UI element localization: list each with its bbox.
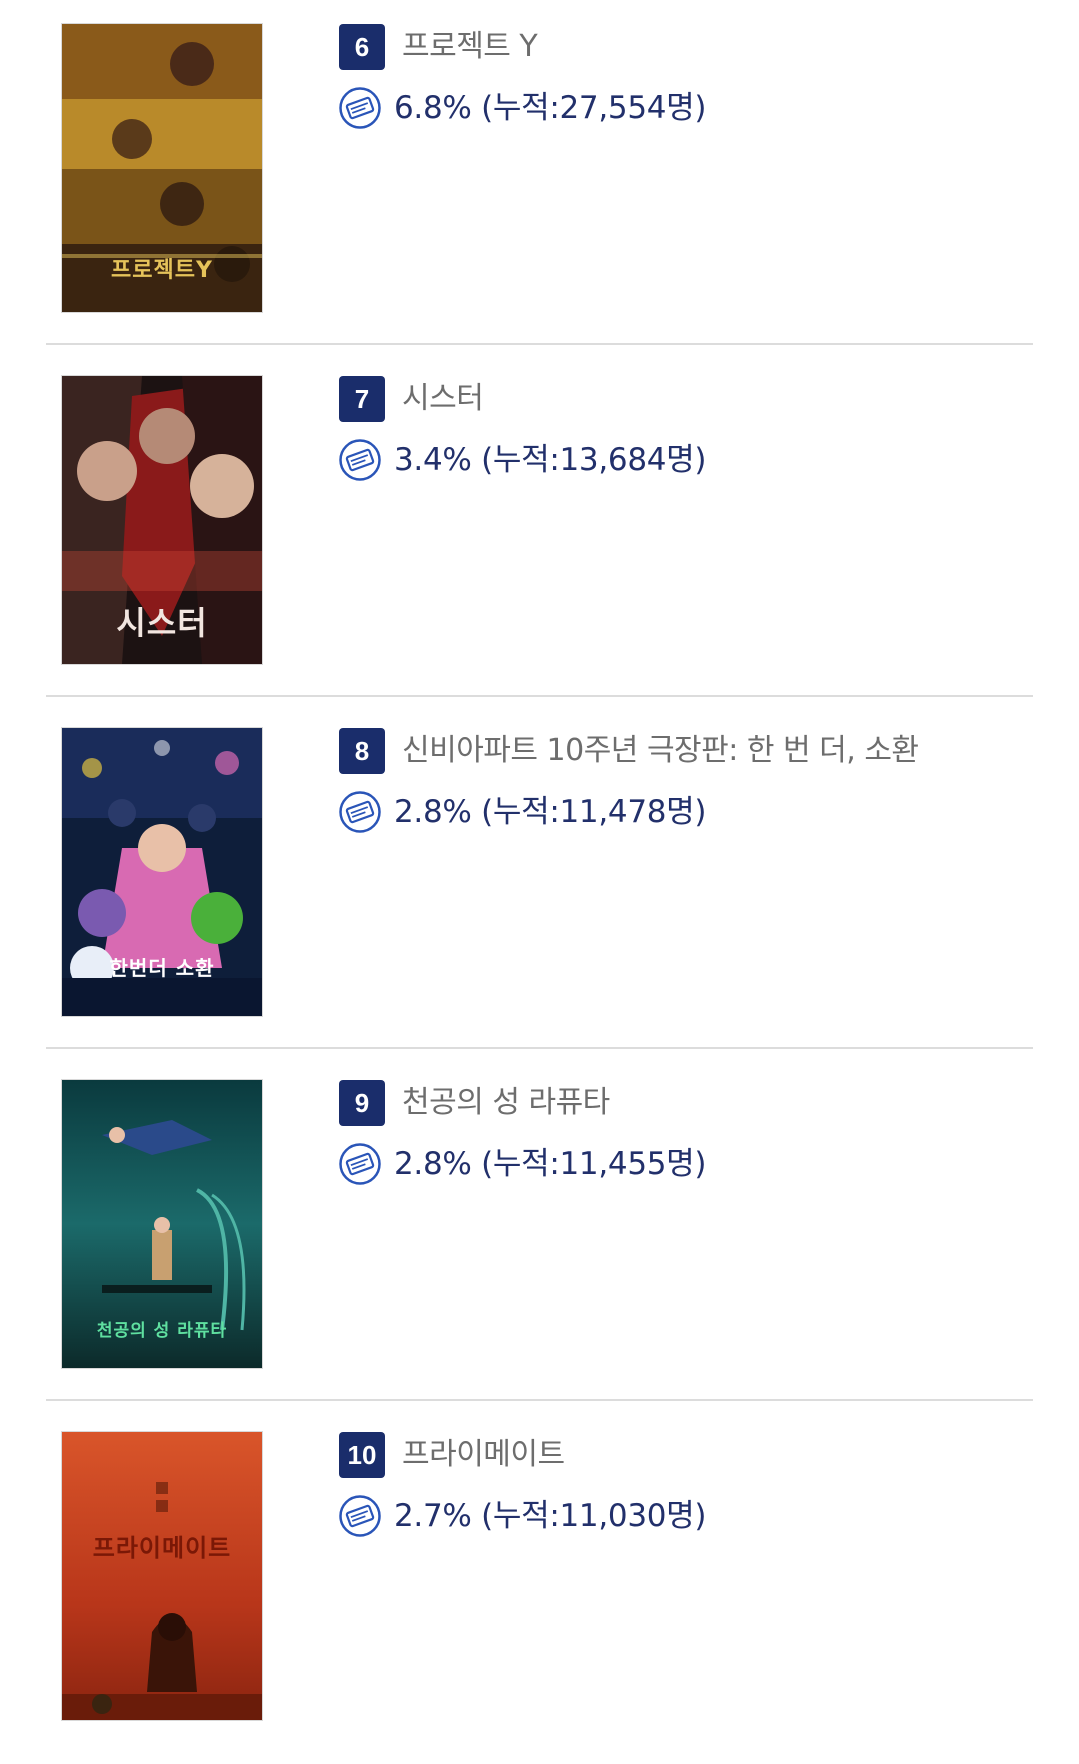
audience-share: 6.8%: [394, 90, 472, 126]
poster-title: 한번더 소환: [109, 956, 215, 980]
audience-cumulative: (누적:11,030명): [481, 1498, 707, 1534]
list-item[interactable]: 프라이메이트 10 프라이메이트 2.7% (누적:11,030명): [0, 1408, 1079, 1764]
rank-badge: 6: [339, 24, 385, 70]
movie-title[interactable]: 프라이메이트: [402, 1432, 565, 1478]
poster-image: [62, 1432, 262, 1720]
movie-poster[interactable]: 프로젝트Y: [62, 24, 262, 312]
ticket-icon: [338, 790, 382, 834]
movie-title[interactable]: 시스터: [402, 376, 484, 422]
audience-share: 2.7%: [394, 1498, 472, 1534]
ticket-icon: [338, 438, 382, 482]
list-item[interactable]: 프로젝트Y 6 프로젝트 Y 6.8% (누적:27,554명): [0, 0, 1079, 356]
audience-stat: 2.8% (누적:11,478명): [394, 790, 706, 834]
rank-badge: 8: [339, 728, 385, 774]
audience-cumulative: (누적:13,684명): [481, 442, 707, 478]
audience-stat: 3.4% (누적:13,684명): [394, 438, 706, 482]
divider: [46, 695, 1033, 697]
divider: [46, 343, 1033, 345]
audience-cumulative: (누적:11,478명): [481, 794, 707, 830]
divider: [46, 1047, 1033, 1049]
audience-stat: 2.8% (누적:11,455명): [394, 1142, 706, 1186]
rank-badge: 7: [339, 376, 385, 422]
audience-stat: 2.7% (누적:11,030명): [394, 1494, 706, 1538]
poster-title: 프로젝트Y: [111, 258, 213, 283]
audience-share: 2.8%: [394, 794, 472, 830]
ticket-icon: [338, 1494, 382, 1538]
rank-badge: 9: [339, 1080, 385, 1126]
audience-cumulative: (누적:27,554명): [481, 90, 707, 126]
movie-title[interactable]: 프로젝트 Y: [402, 24, 538, 70]
movie-poster[interactable]: 프라이메이트: [62, 1432, 262, 1720]
divider: [46, 1399, 1033, 1401]
movie-poster[interactable]: 시스터: [62, 376, 262, 664]
movie-poster[interactable]: 한번더 소환: [62, 728, 262, 1016]
ticket-icon: [338, 1142, 382, 1186]
audience-share: 3.4%: [394, 442, 472, 478]
poster-title: 천공의 성 라퓨타: [96, 1321, 228, 1341]
movie-poster[interactable]: 천공의 성 라퓨타: [62, 1080, 262, 1368]
poster-title: 프라이메이트: [92, 1534, 232, 1562]
ticket-icon: [338, 86, 382, 130]
audience-stat: 6.8% (누적:27,554명): [394, 86, 706, 130]
list-item[interactable]: 시스터 7 시스터 3.4% (누적:13,684명): [0, 352, 1079, 708]
list-item[interactable]: 천공의 성 라퓨타 9 천공의 성 라퓨타 2.8% (누적:11,455명): [0, 1056, 1079, 1412]
movie-title[interactable]: 천공의 성 라퓨타: [402, 1080, 610, 1126]
rank-badge: 10: [339, 1432, 385, 1478]
movie-title[interactable]: 신비아파트 10주년 극장판: 한 번 더, 소환: [402, 728, 919, 774]
poster-title: 시스터: [116, 604, 208, 642]
audience-cumulative: (누적:11,455명): [481, 1146, 707, 1182]
audience-share: 2.8%: [394, 1146, 472, 1182]
list-item[interactable]: 한번더 소환 8 신비아파트 10주년 극장판: 한 번 더, 소환 2.8% …: [0, 704, 1079, 1060]
